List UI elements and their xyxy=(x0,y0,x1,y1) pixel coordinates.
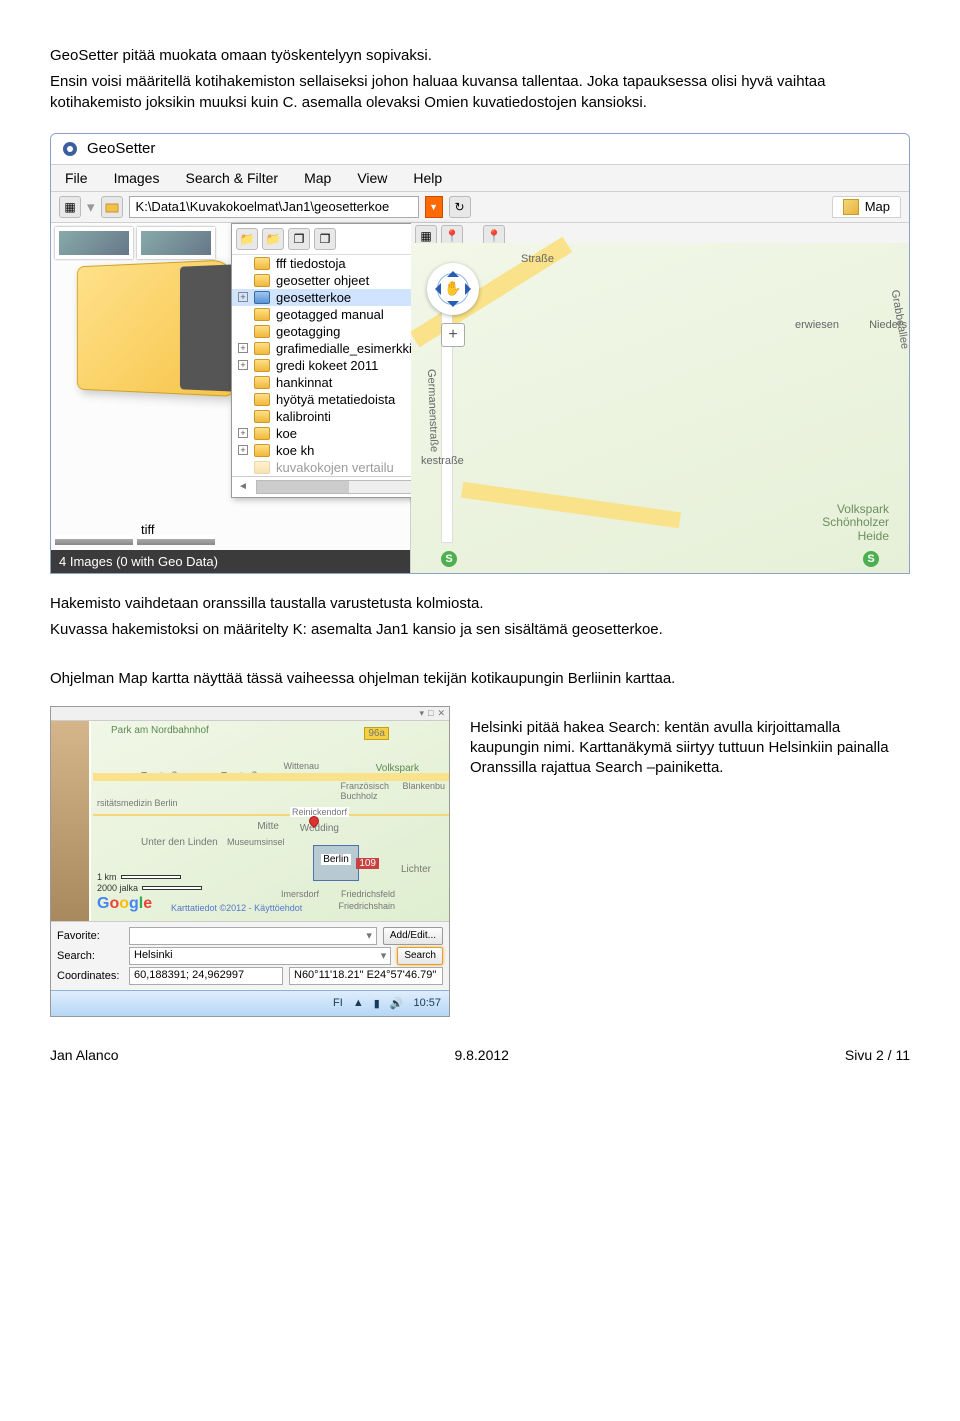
refresh-icon[interactable]: ↻ xyxy=(449,196,471,218)
thumbnail[interactable] xyxy=(137,535,215,545)
street-label: Germanenstraße xyxy=(425,369,440,453)
street-label: kestraße xyxy=(421,455,464,467)
map-pan-control[interactable]: ✋ xyxy=(427,263,479,315)
screenshot-search: ▾ □ ✕ Park am Nordbahnhof 96a Torstraße … xyxy=(50,706,450,1017)
street-label: erwiesen xyxy=(795,319,839,331)
tray-volume-icon[interactable]: 🔊 xyxy=(390,997,404,1010)
district-label: Französisch Buchholz xyxy=(340,781,389,801)
map-credit: Karttatiedot ©2012 - Käyttöehdot xyxy=(171,903,302,913)
mid-para-1: Hakemisto vaihdetaan oranssilla taustall… xyxy=(50,594,910,614)
menu-search-filter[interactable]: Search & Filter xyxy=(185,170,278,186)
search-panel: Favorite: ▾ Add/Edit... Search: Helsinki… xyxy=(51,921,449,990)
thumbnail[interactable] xyxy=(55,535,133,545)
intro-para-2: Ensin voisi määritellä kotihakemiston se… xyxy=(50,72,910,113)
image-count-status: 4 Images (0 with Geo Data) xyxy=(51,550,410,573)
lang-indicator[interactable]: FI xyxy=(333,997,343,1009)
district-label: Wittenau xyxy=(283,761,319,771)
park-label: Volkspark Schönholzer Heide xyxy=(822,503,889,543)
panel-dock-icon[interactable]: □ xyxy=(428,708,433,719)
copy-icon[interactable]: ❐ xyxy=(288,228,310,250)
mid-para-3: Ohjelman Map kartta näyttää tässä vaihee… xyxy=(50,669,910,689)
tray-battery-icon[interactable]: ▮ xyxy=(374,997,380,1010)
copy-icon[interactable]: ❐ xyxy=(314,228,336,250)
screenshot-geosetter: GeoSetter File Images Search & Filter Ma… xyxy=(50,133,910,574)
page-footer: Jan Alanco 9.8.2012 Sivu 2 / 11 xyxy=(50,1047,910,1063)
address-bar[interactable]: K:\Data1\Kuvakokoelmat\Jan1\geosetterkoe xyxy=(129,196,419,218)
panel-close-icon[interactable]: ✕ xyxy=(437,708,445,719)
menu-bar: File Images Search & Filter Map View Hel… xyxy=(51,164,909,192)
app-icon xyxy=(61,140,79,158)
thumbnail[interactable] xyxy=(137,227,215,259)
street-label: Straße xyxy=(521,253,554,265)
district-label: Reinickendorf xyxy=(290,807,349,817)
menu-images[interactable]: Images xyxy=(114,170,160,186)
map-tab[interactable]: Map xyxy=(832,196,901,218)
park-label: Volkspark xyxy=(376,763,419,774)
poi-label: Museumsinsel xyxy=(227,837,285,847)
coordinates-label: Coordinates: xyxy=(57,970,123,982)
coordinates-field-1[interactable]: 60,188391; 24,962997 xyxy=(129,967,283,985)
map-icon xyxy=(843,199,859,215)
road-number: 109 xyxy=(356,858,379,869)
map-search-pane[interactable]: Park am Nordbahnhof 96a Torstraße Torstr… xyxy=(51,721,449,921)
window-titlebar: GeoSetter xyxy=(51,134,909,164)
map-scale: 1 km 2000 jalka xyxy=(97,872,202,893)
taskbar: FI ▲ ▮ 🔊 10:57 xyxy=(51,990,449,1016)
building-photo xyxy=(51,721,91,921)
menu-view[interactable]: View xyxy=(357,170,387,186)
street-label: Unter den Linden xyxy=(141,837,218,848)
addedit-button[interactable]: Add/Edit... xyxy=(383,927,443,945)
toolbar: ▦ ▾ K:\Data1\Kuvakokoelmat\Jan1\geosette… xyxy=(51,192,909,223)
footer-author: Jan Alanco xyxy=(50,1047,119,1063)
panel-dock-icon[interactable]: ▾ xyxy=(419,708,424,719)
viewport-rect: Berlin xyxy=(313,845,359,881)
home-folder-icon[interactable] xyxy=(101,196,123,218)
favorite-field[interactable]: ▾ xyxy=(129,927,377,945)
mid-para-2: Kuvassa hakemistoksi on määritelty K: as… xyxy=(50,620,910,640)
folder-nav-icon[interactable]: 📁 xyxy=(236,228,258,250)
sbahn-icon: S xyxy=(863,551,879,567)
district-label: Wedding xyxy=(300,823,339,834)
search-field[interactable]: Helsinki▾ xyxy=(129,947,391,965)
favorite-label: Favorite: xyxy=(57,930,123,942)
district-label: Lichter xyxy=(401,864,431,875)
search-button[interactable]: Search xyxy=(397,947,443,965)
tray-flag-icon[interactable]: ▲ xyxy=(353,997,364,1009)
hand-icon: ✋ xyxy=(444,280,461,297)
map-zoom-in[interactable]: + xyxy=(441,323,465,347)
menu-help[interactable]: Help xyxy=(413,170,442,186)
sbahn-icon: S xyxy=(441,551,457,567)
district-label: Blankenbu xyxy=(402,781,445,791)
map-tab-label: Map xyxy=(865,199,890,214)
menu-file[interactable]: File xyxy=(65,170,88,186)
file-pane: tiff 📁 📁 ❐ ❐ » fff tiedostoja geosetter … xyxy=(51,223,411,573)
footer-date: 9.8.2012 xyxy=(454,1047,509,1063)
folder-nav-icon[interactable]: 📁 xyxy=(262,228,284,250)
side-para: Helsinki pitää hakea Search: kentän avul… xyxy=(470,718,910,779)
grid-view-icon[interactable]: ▦ xyxy=(59,196,81,218)
folder-preview-icon xyxy=(77,259,234,397)
address-dropdown-button[interactable]: ▼ xyxy=(425,196,443,218)
menu-map[interactable]: Map xyxy=(304,170,331,186)
district-label: Mitte xyxy=(257,821,279,832)
footer-page: Sivu 2 / 11 xyxy=(845,1047,910,1063)
district-label: Friedrichshain xyxy=(338,901,395,911)
search-label: Search: xyxy=(57,950,123,962)
google-logo: Google xyxy=(97,895,152,913)
app-title: GeoSetter xyxy=(87,140,155,157)
map-pane[interactable]: ▦ 📍 📍 Straße erwiesen Nieders Germanenst… xyxy=(411,223,909,573)
intro-para-1: GeoSetter pitää muokata omaan työskentel… xyxy=(50,46,910,66)
coordinates-field-2[interactable]: N60°11'18.21" E24°57'46.79" xyxy=(289,967,443,985)
district-label: Imersdorf xyxy=(281,889,319,899)
district-label: Friedrichsfeld xyxy=(341,889,395,899)
clock[interactable]: 10:57 xyxy=(413,997,441,1009)
thumbnail[interactable] xyxy=(55,227,133,259)
